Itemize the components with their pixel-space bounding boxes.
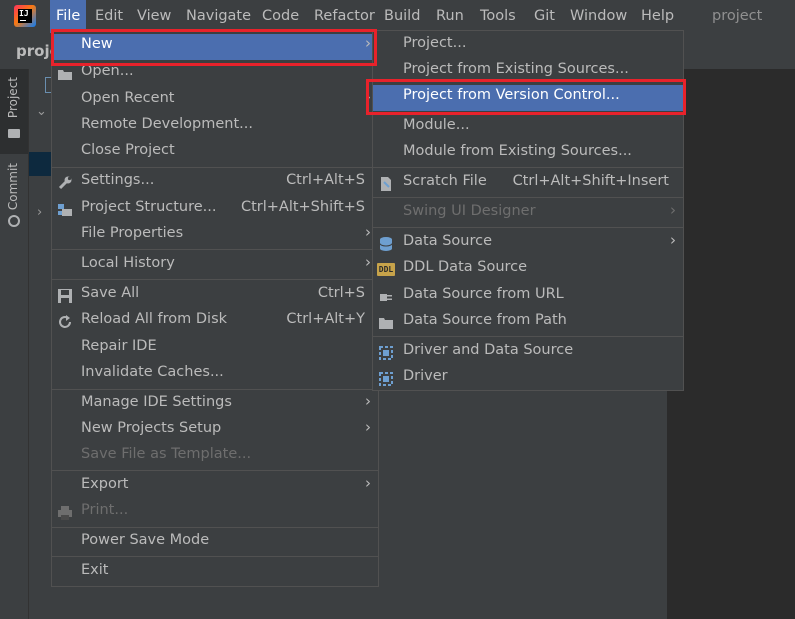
tab-commit-label: Commit xyxy=(6,163,20,211)
menu-refactor[interactable]: Refactor xyxy=(308,0,381,33)
plug-icon xyxy=(378,289,394,305)
reload-icon xyxy=(57,314,73,330)
file-local-history[interactable]: Local History › xyxy=(52,253,378,279)
new-project-from-existing-sources[interactable]: Project from Existing Sources... xyxy=(373,59,683,85)
menu-tools[interactable]: Tools xyxy=(474,0,522,33)
tab-project-label: Project xyxy=(6,77,20,119)
folder-icon xyxy=(8,129,20,138)
driver-icon xyxy=(378,345,394,361)
file-manage-ide-settings[interactable]: Manage IDE Settings › xyxy=(52,392,378,418)
file-save-all[interactable]: Save All Ctrl+S xyxy=(52,283,378,309)
tab-project[interactable]: Project xyxy=(0,69,28,154)
editor-area xyxy=(668,69,795,619)
driver-icon xyxy=(378,371,394,387)
new-swing-ui-designer: Swing UI Designer › xyxy=(403,201,676,219)
menu-edit[interactable]: Edit xyxy=(89,0,129,33)
new-project[interactable]: Project... xyxy=(373,33,683,59)
file-menu: New › Open... Open Recent › Remote Develop… xyxy=(51,31,379,587)
new-module-from-existing-sources[interactable]: Module from Existing Sources... xyxy=(373,141,683,167)
file-repair-ide[interactable]: Repair IDE xyxy=(52,336,378,362)
menu-file[interactable]: File xyxy=(50,0,87,33)
menu-navigate[interactable]: Navigate xyxy=(180,0,257,33)
commit-icon xyxy=(8,215,20,227)
menu-bar: IJ File Edit View Navigate Code Refactor… xyxy=(0,0,795,33)
file-file-properties[interactable]: File Properties › xyxy=(52,223,378,249)
tool-window-strip: Project Commit xyxy=(0,69,29,619)
file-remote-development[interactable]: Remote Development... xyxy=(52,114,378,140)
file-new[interactable]: New › xyxy=(52,34,378,60)
file-exit[interactable]: Exit xyxy=(52,560,378,586)
file-open[interactable]: Open... xyxy=(52,61,378,87)
new-data-source-from-path[interactable]: Data Source from Path xyxy=(373,310,683,336)
wrench-icon xyxy=(57,175,73,191)
file-invalidate-caches[interactable]: Invalidate Caches... xyxy=(52,362,378,388)
file-new-projects-setup[interactable]: New Projects Setup › xyxy=(52,418,378,444)
new-scratch-file[interactable]: Scratch File Ctrl+Alt+Shift+Insert xyxy=(373,171,683,197)
file-print: Print... xyxy=(52,500,378,526)
new-data-source[interactable]: Data Source › xyxy=(373,231,683,257)
new-driver[interactable]: Driver xyxy=(373,366,683,392)
file-project-structure[interactable]: Project Structure... Ctrl+Alt+Shift+S xyxy=(52,197,378,223)
open-folder-icon xyxy=(57,66,73,82)
menu-window[interactable]: Window xyxy=(564,0,633,33)
project-structure-icon xyxy=(57,202,73,218)
file-power-save-mode[interactable]: Power Save Mode xyxy=(52,530,378,556)
new-driver-and-data-source[interactable]: Driver and Data Source xyxy=(373,340,683,366)
tab-commit[interactable]: Commit xyxy=(0,157,28,237)
save-icon xyxy=(57,288,73,304)
intellij-logo-icon[interactable]: IJ xyxy=(14,5,36,27)
selected-tree-row[interactable] xyxy=(29,152,52,176)
scratch-file-icon xyxy=(378,176,394,192)
new-project-from-version-control[interactable]: Project from Version Control... xyxy=(373,85,683,111)
expand-chevron-icon[interactable]: ⌄ xyxy=(36,104,47,119)
menu-build[interactable]: Build xyxy=(378,0,426,33)
new-ddl-data-source[interactable]: DDL DDL Data Source xyxy=(373,257,683,283)
folder-open-icon xyxy=(378,315,394,331)
menu-git[interactable]: Git xyxy=(528,0,561,33)
menu-code[interactable]: Code xyxy=(256,0,305,33)
window-project-title: project xyxy=(712,8,763,24)
menu-run[interactable]: Run xyxy=(430,0,470,33)
database-icon xyxy=(378,236,394,252)
file-export[interactable]: Export › xyxy=(52,474,378,500)
new-data-source-from-url[interactable]: Data Source from URL xyxy=(373,284,683,310)
file-settings[interactable]: Settings... Ctrl+Alt+S xyxy=(52,170,378,196)
file-reload-all[interactable]: Reload All from Disk Ctrl+Alt+Y xyxy=(52,309,378,335)
ddl-icon: DDL xyxy=(377,263,395,276)
collapse-chevron-icon[interactable]: › xyxy=(37,205,42,220)
new-submenu: Project... Project from Existing Sources… xyxy=(372,30,684,391)
new-module[interactable]: Module... xyxy=(373,115,683,141)
menu-view[interactable]: View xyxy=(131,0,177,33)
file-save-as-template: Save File as Template... xyxy=(81,446,252,462)
file-open-recent[interactable]: Open Recent › xyxy=(52,88,378,114)
menu-help[interactable]: Help xyxy=(635,0,680,33)
file-close-project[interactable]: Close Project xyxy=(52,140,378,166)
printer-icon xyxy=(57,505,73,521)
